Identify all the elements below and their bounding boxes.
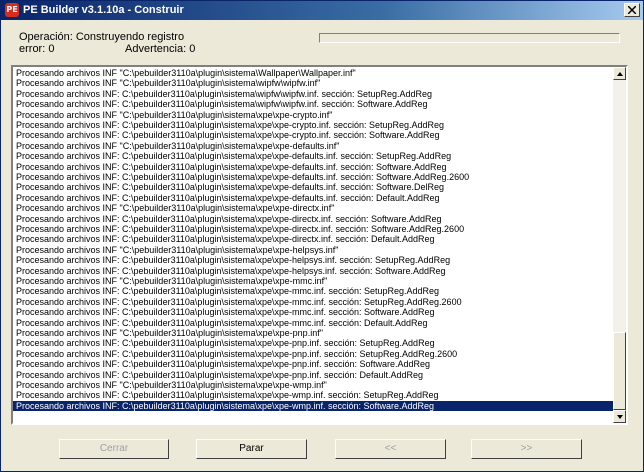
log-line[interactable]: Procesando archivos INF: C:\pebuilder311…	[13, 130, 613, 140]
stop-button[interactable]: Parar	[196, 439, 307, 459]
status-panel: Operación: Construyendo registro error: …	[13, 29, 627, 57]
log-line[interactable]: Procesando archivos INF: C:\pebuilder311…	[13, 89, 613, 99]
log-listbox[interactable]: Procesando archivos INF "C:\pebuilder311…	[11, 65, 628, 425]
close-button[interactable]: Cerrar	[59, 439, 169, 459]
scroll-down-button[interactable]	[613, 410, 626, 423]
operation-label: Operación: Construyendo registro	[19, 31, 185, 43]
log-line[interactable]: Procesando archivos INF: C:\pebuilder311…	[13, 318, 613, 328]
log-line[interactable]: Procesando archivos INF: C:\pebuilder311…	[13, 255, 613, 265]
log-line[interactable]: Procesando archivos INF "C:\pebuilder311…	[13, 141, 613, 151]
log-line[interactable]: Procesando archivos INF "C:\pebuilder311…	[13, 380, 613, 390]
log-line[interactable]: Procesando archivos INF: C:\pebuilder311…	[13, 297, 613, 307]
log-line[interactable]: Procesando archivos INF: C:\pebuilder311…	[13, 99, 613, 109]
pe-builder-app-icon: PE	[5, 3, 19, 17]
log-line[interactable]: Procesando archivos INF: C:\pebuilder311…	[13, 266, 613, 276]
log-line[interactable]: Procesando archivos INF "C:\pebuilder311…	[13, 203, 613, 213]
log-line[interactable]: Procesando archivos INF "C:\pebuilder311…	[13, 78, 613, 88]
title-bar[interactable]: PE PE Builder v3.1.10a - Construir	[1, 1, 643, 20]
progress-bar	[319, 33, 620, 43]
log-line[interactable]: Procesando archivos INF: C:\pebuilder311…	[13, 193, 613, 203]
warning-count: Advertencia: 0	[125, 43, 196, 55]
log-line[interactable]: Procesando archivos INF: C:\pebuilder311…	[13, 214, 613, 224]
scroll-thumb[interactable]	[613, 332, 626, 410]
error-count: error: 0	[19, 43, 55, 55]
log-line[interactable]: Procesando archivos INF "C:\pebuilder311…	[13, 276, 613, 286]
arrow-down-icon	[617, 415, 623, 419]
log-line[interactable]: Procesando archivos INF "C:\pebuilder311…	[13, 68, 613, 78]
log-line[interactable]: Procesando archivos INF: C:\pebuilder311…	[13, 390, 613, 400]
log-line[interactable]: Procesando archivos INF: C:\pebuilder311…	[13, 359, 613, 369]
log-line[interactable]: Procesando archivos INF: C:\pebuilder311…	[13, 338, 613, 348]
log-line[interactable]: Procesando archivos INF: C:\pebuilder311…	[13, 151, 613, 161]
window-title: PE Builder v3.1.10a - Construir	[23, 4, 184, 16]
arrow-up-icon	[617, 72, 623, 76]
log-line[interactable]: Procesando archivos INF: C:\pebuilder311…	[13, 286, 613, 296]
log-list: Procesando archivos INF "C:\pebuilder311…	[13, 67, 613, 423]
log-line[interactable]: Procesando archivos INF: C:\pebuilder311…	[13, 370, 613, 380]
log-line[interactable]: Procesando archivos INF: C:\pebuilder311…	[13, 307, 613, 317]
log-line[interactable]: Procesando archivos INF: C:\pebuilder311…	[13, 120, 613, 130]
pe-builder-window: PE PE Builder v3.1.10a - Construir Opera…	[0, 0, 644, 472]
log-line[interactable]: Procesando archivos INF: C:\pebuilder311…	[13, 162, 613, 172]
log-line[interactable]: Procesando archivos INF "C:\pebuilder311…	[13, 245, 613, 255]
log-line[interactable]: Procesando archivos INF: C:\pebuilder311…	[13, 224, 613, 234]
log-line[interactable]: Procesando archivos INF: C:\pebuilder311…	[13, 182, 613, 192]
log-line[interactable]: Procesando archivos INF "C:\pebuilder311…	[13, 328, 613, 338]
log-line[interactable]: Procesando archivos INF: C:\pebuilder311…	[13, 172, 613, 182]
scroll-up-button[interactable]	[613, 67, 626, 80]
previous-button[interactable]: <<	[335, 439, 446, 459]
close-window-button[interactable]	[624, 3, 640, 17]
log-line[interactable]: Procesando archivos INF "C:\pebuilder311…	[13, 110, 613, 120]
next-button[interactable]: >>	[471, 439, 582, 459]
log-line[interactable]: Procesando archivos INF: C:\pebuilder311…	[13, 234, 613, 244]
log-scrollbar[interactable]	[613, 67, 626, 423]
close-icon	[628, 6, 636, 14]
log-line[interactable]: Procesando archivos INF: C:\pebuilder311…	[13, 400, 613, 412]
log-line[interactable]: Procesando archivos INF: C:\pebuilder311…	[13, 349, 613, 359]
